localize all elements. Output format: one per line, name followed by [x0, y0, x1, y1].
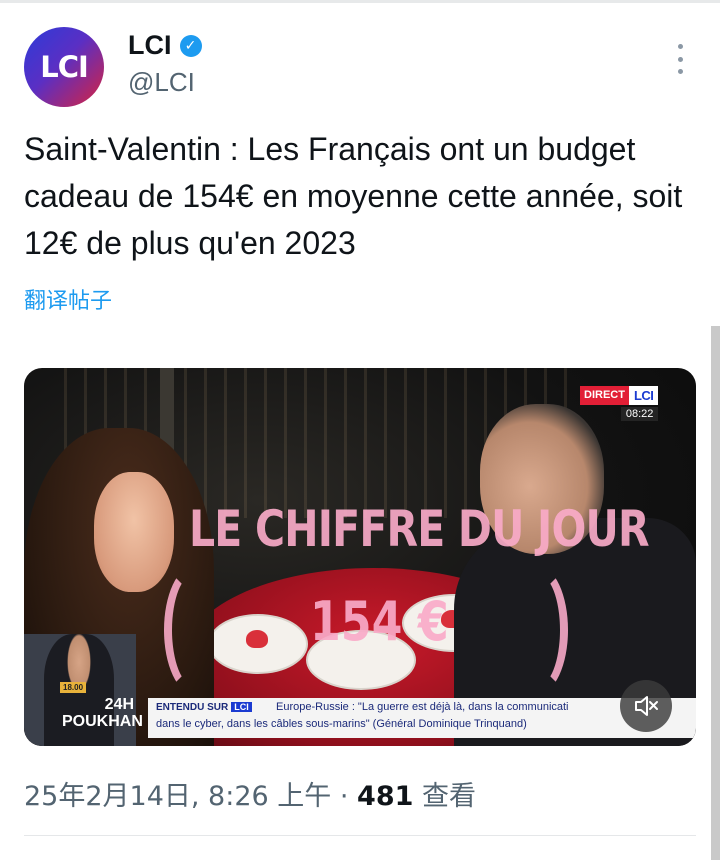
- live-time: 08:22: [620, 407, 659, 421]
- more-options-icon[interactable]: [668, 44, 692, 74]
- display-name[interactable]: LCI: [128, 30, 172, 61]
- avatar-logo-text: LCI: [40, 50, 89, 84]
- timestamp[interactable]: 25年2月14日, 8:26 上午 ·: [24, 781, 357, 812]
- ticker-label-text: ENTENDU SUR: [156, 702, 229, 713]
- overlay-bracket-left: [164, 566, 224, 694]
- overlay-value: 154 €: [310, 590, 449, 653]
- live-badge: DIRECT LCI 08:22: [580, 386, 659, 421]
- avatar[interactable]: LCI: [24, 27, 104, 107]
- inset-show-name: 24H POUKHAN: [62, 696, 143, 730]
- views-label: 查看: [413, 781, 476, 812]
- live-label: DIRECT: [580, 386, 629, 405]
- heart-dessert: [246, 630, 268, 648]
- ticker-label: ENTENDU SUR LCI: [156, 702, 252, 713]
- channel-logo: LCI: [628, 386, 659, 405]
- ticker-logo: LCI: [231, 702, 252, 712]
- top-border: [0, 0, 720, 3]
- news-ticker: ENTENDU SUR LCI Europe-Russie : "La guerr…: [148, 698, 696, 738]
- ticker-line-2: dans le cyber, dans les câbles sous-mari…: [156, 718, 527, 730]
- verified-badge-icon: ✓: [179, 34, 202, 57]
- overlay-bracket-right: [508, 566, 568, 694]
- overlay-title: LE CHIFFRE DU JOUR: [189, 500, 650, 558]
- scrollbar[interactable]: [711, 326, 720, 860]
- inset-badge: 18.00: [60, 682, 87, 693]
- woman-face: [94, 472, 174, 592]
- account-handle[interactable]: @LCI: [128, 67, 195, 98]
- ticker-line-1: Europe-Russie : "La guerre est déjà là, …: [276, 701, 569, 713]
- tweet-meta: 25年2月14日, 8:26 上午 · 481 查看: [24, 774, 476, 813]
- tweet-text: Saint-Valentin : Les Français ont un bud…: [24, 131, 683, 261]
- volume-muted-icon[interactable]: [620, 680, 672, 732]
- translate-post-link[interactable]: 翻译帖子: [24, 283, 112, 315]
- account-name-row[interactable]: LCI ✓: [128, 30, 202, 61]
- views-count: 481: [357, 781, 414, 812]
- divider: [24, 835, 696, 836]
- video-player[interactable]: LE CHIFFRE DU JOUR 154 € DIRECT LCI 08:2…: [24, 368, 696, 746]
